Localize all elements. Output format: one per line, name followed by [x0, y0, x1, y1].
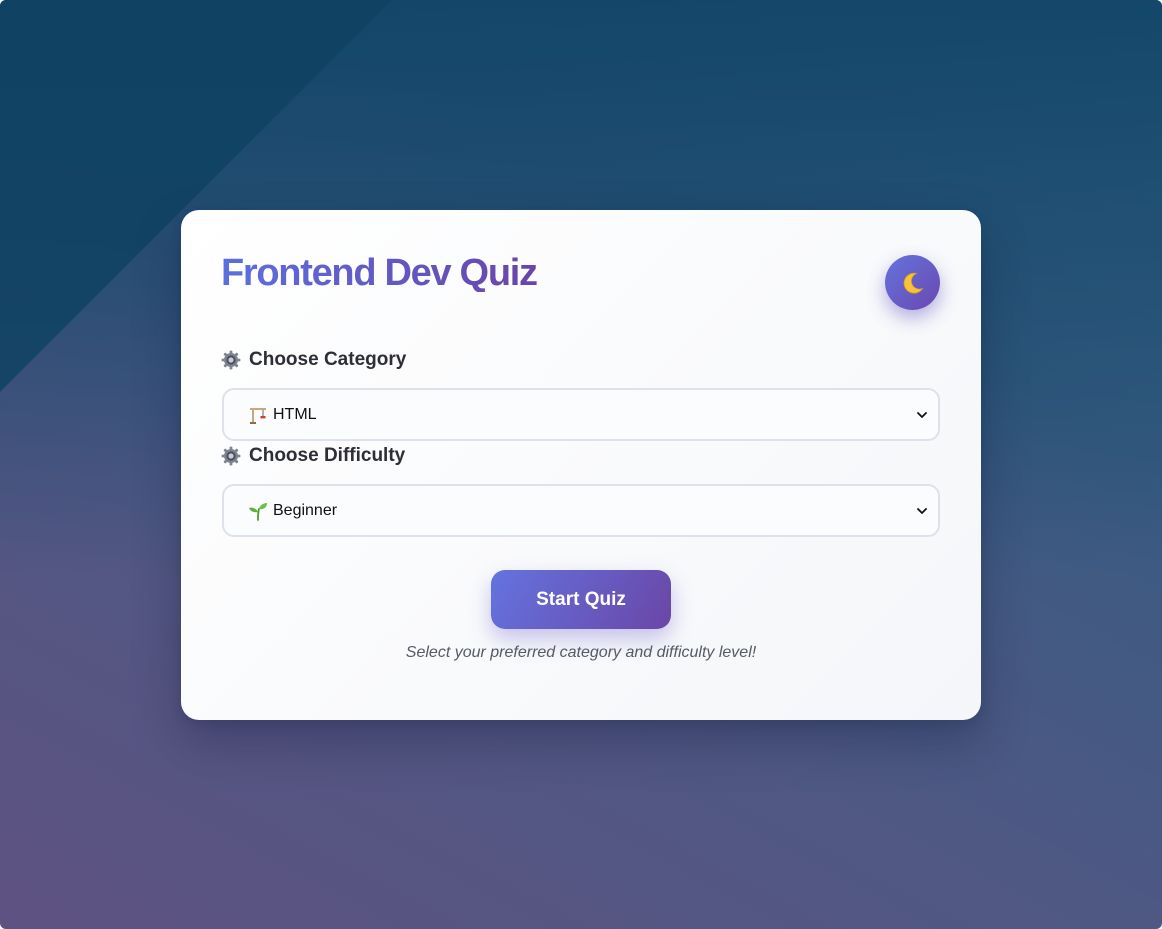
category-select[interactable]: HTML	[222, 388, 940, 441]
seedling-icon	[249, 502, 267, 521]
chevron-down-icon	[917, 507, 927, 514]
page-background: Frontend Dev Quiz Choose Category HTML C…	[0, 0, 1162, 929]
difficulty-select[interactable]: Beginner	[222, 484, 940, 537]
instruction-hint: Select your preferred category and diffi…	[405, 644, 757, 661]
difficulty-selected-value: Beginner	[273, 501, 338, 519]
page-title: Frontend Dev Quiz	[221, 252, 538, 294]
gear-icon	[221, 350, 241, 370]
difficulty-label-text: Choose Difficulty	[249, 445, 406, 466]
chevron-down-icon	[917, 411, 927, 418]
gear-icon	[221, 446, 241, 466]
moon-icon	[903, 272, 923, 294]
theme-toggle-button[interactable]	[885, 255, 940, 310]
category-selected-value: HTML	[273, 405, 317, 423]
category-label-text: Choose Category	[249, 349, 407, 370]
difficulty-label: Choose Difficulty	[221, 445, 405, 467]
category-label: Choose Category	[221, 349, 406, 371]
start-quiz-button[interactable]: Start Quiz	[491, 570, 671, 629]
quiz-setup-card: Frontend Dev Quiz Choose Category HTML C…	[181, 210, 981, 720]
construction-crane-icon	[250, 407, 266, 424]
